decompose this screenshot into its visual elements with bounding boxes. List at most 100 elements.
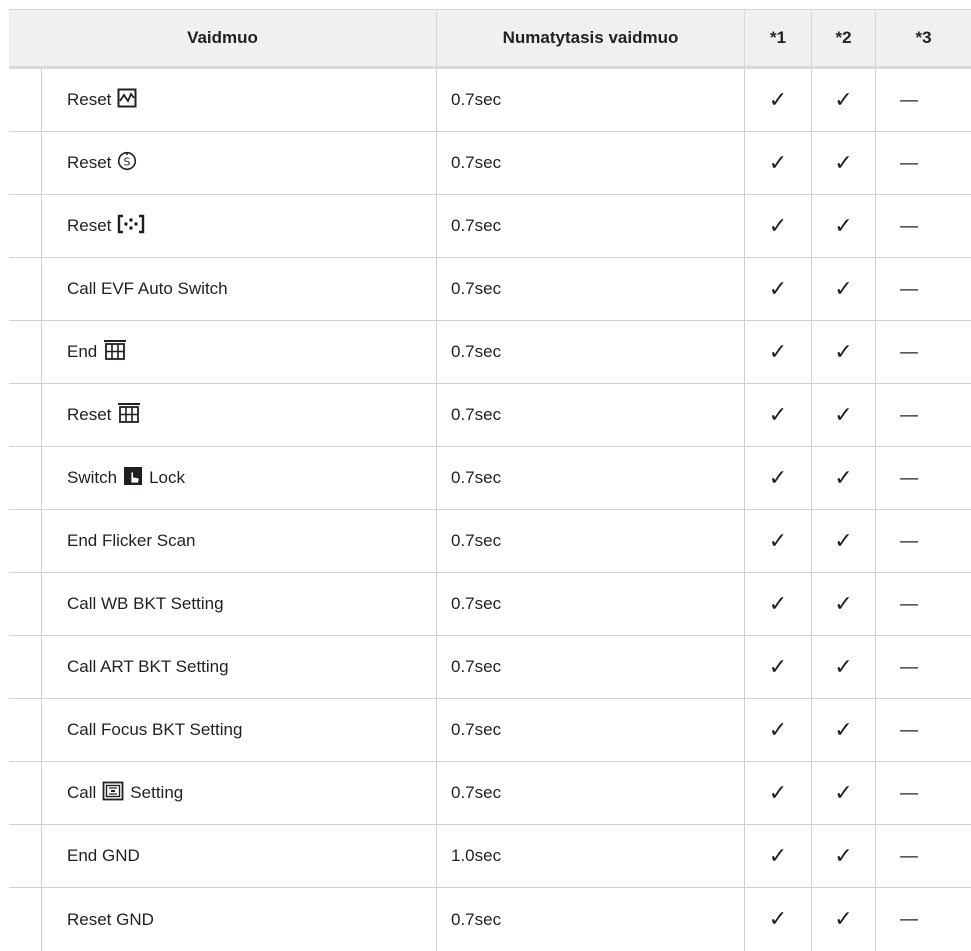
s1-cell: ✓ (745, 699, 812, 761)
s1-cell: ✓ (745, 321, 812, 383)
row-indent (9, 510, 42, 572)
action-prefix: End (67, 342, 98, 361)
action-prefix: Call Focus BKT Setting (67, 720, 243, 739)
table-row: Switch Lock 0.7sec ✓ ✓ — (9, 447, 971, 510)
star2-check-icon: ✓ (834, 654, 853, 680)
s1-cell: ✓ (745, 510, 812, 572)
default-cell: 0.7sec (437, 699, 745, 761)
action-prefix: Switch (67, 468, 118, 487)
table-row: Reset GND 0.7sec ✓ ✓ — (9, 888, 971, 951)
multi-exposure-grid-icon (117, 402, 141, 429)
row-indent (9, 447, 42, 509)
default-cell: 0.7sec (437, 636, 745, 698)
s3-cell: — (876, 510, 971, 572)
star2-check-icon: ✓ (834, 843, 853, 869)
s2-cell: ✓ (812, 825, 876, 887)
header-star1: *1 (745, 10, 812, 66)
s2-cell: ✓ (812, 573, 876, 635)
default-cell: 0.7sec (437, 573, 745, 635)
table-row: Reset 0.7sec ✓ ✓ — (9, 195, 971, 258)
self-timer-icon: S (117, 151, 137, 176)
s1-cell: ✓ (745, 573, 812, 635)
action-cell: Call Setting (42, 762, 437, 824)
action-prefix: Reset GND (67, 909, 154, 929)
s2-cell: ✓ (812, 384, 876, 446)
header-default-action: Numatytasis vaidmuo (437, 10, 745, 66)
action-cell: Call EVF Auto Switch (42, 258, 437, 320)
star1-check-icon: ✓ (768, 465, 788, 491)
action-cell: Call Focus BKT Setting (42, 699, 437, 761)
s3-cell: — (876, 762, 971, 824)
s1-cell: ✓ (745, 69, 812, 131)
action-label: Switch Lock (67, 466, 185, 491)
star1-check-icon: ✓ (768, 717, 788, 743)
default-cell: 0.7sec (437, 195, 745, 257)
star3-dash: — (898, 152, 919, 174)
button-functions-table: Vaidmuo Numatytasis vaidmuo *1 *2 *3 Res… (9, 9, 971, 951)
default-cell: 0.7sec (437, 258, 745, 320)
s2-cell: ✓ (812, 69, 876, 131)
action-suffix: Setting (130, 783, 184, 802)
s3-cell: — (876, 636, 971, 698)
action-label: Reset S (67, 151, 143, 176)
s3-cell: — (876, 384, 971, 446)
action-cell: End Flicker Scan (42, 510, 437, 572)
default-cell: 0.7sec (437, 132, 745, 194)
row-indent (9, 762, 42, 824)
star1-check-icon: ✓ (768, 843, 788, 869)
row-indent (9, 825, 42, 887)
action-prefix: Reset (67, 90, 112, 109)
action-cell: Call WB BKT Setting (42, 573, 437, 635)
s3-cell: — (876, 699, 971, 761)
s2-cell: ✓ (812, 258, 876, 320)
star2-check-icon: ✓ (834, 907, 853, 932)
action-cell: Reset GND (42, 888, 437, 951)
star1-check-icon: ✓ (768, 150, 788, 176)
s2-cell: ✓ (812, 195, 876, 257)
s2-cell: ✓ (812, 447, 876, 509)
star1-check-icon: ✓ (768, 591, 788, 617)
star3-dash: — (898, 215, 919, 237)
star3-dash: — (898, 719, 919, 741)
svg-text:S: S (124, 155, 131, 168)
action-label: Reset (67, 214, 151, 239)
s1-cell: ✓ (745, 384, 812, 446)
star3-dash: — (898, 593, 919, 615)
header-star3: *3 (915, 28, 932, 47)
action-cell: End (42, 321, 437, 383)
action-cell: Reset (42, 384, 437, 446)
s2-cell: ✓ (812, 636, 876, 698)
default-cell: 0.7sec (437, 510, 745, 572)
star2-check-icon: ✓ (834, 402, 853, 428)
s1-cell: ✓ (745, 195, 812, 257)
star3-dash: — (898, 530, 919, 552)
action-cell: Reset S (42, 132, 437, 194)
table-row: Call Setting 0.7sec ✓ ✓ — (9, 762, 971, 825)
multi-exposure-grid-icon (103, 339, 127, 366)
s3-cell: — (876, 573, 971, 635)
frame-preview-icon (102, 781, 124, 806)
action-label: Call Focus BKT Setting (67, 720, 242, 740)
row-indent (9, 132, 42, 194)
star3-dash: — (898, 656, 919, 678)
star2-check-icon: ✓ (834, 150, 853, 176)
action-suffix: Lock (149, 468, 185, 487)
star2-check-icon: ✓ (834, 780, 853, 806)
table-row: Reset 0.7sec ✓ ✓ — (9, 384, 971, 447)
star1-check-icon: ✓ (768, 654, 788, 680)
row-indent (9, 69, 42, 131)
star2-check-icon: ✓ (834, 276, 853, 302)
s3-cell: — (876, 132, 971, 194)
header-action: Vaidmuo (9, 10, 437, 66)
s1-cell: ✓ (745, 825, 812, 887)
action-label: Reset (67, 88, 143, 113)
default-cell: 1.0sec (437, 825, 745, 887)
row-indent (9, 258, 42, 320)
row-indent (9, 321, 42, 383)
action-prefix: Reset (67, 153, 112, 172)
star1-check-icon: ✓ (768, 402, 788, 428)
star1-check-icon: ✓ (768, 213, 788, 239)
table-row: End GND 1.0sec ✓ ✓ — (9, 825, 971, 888)
action-prefix: Call WB BKT Setting (67, 594, 224, 613)
action-label: Call ART BKT Setting (67, 657, 229, 677)
